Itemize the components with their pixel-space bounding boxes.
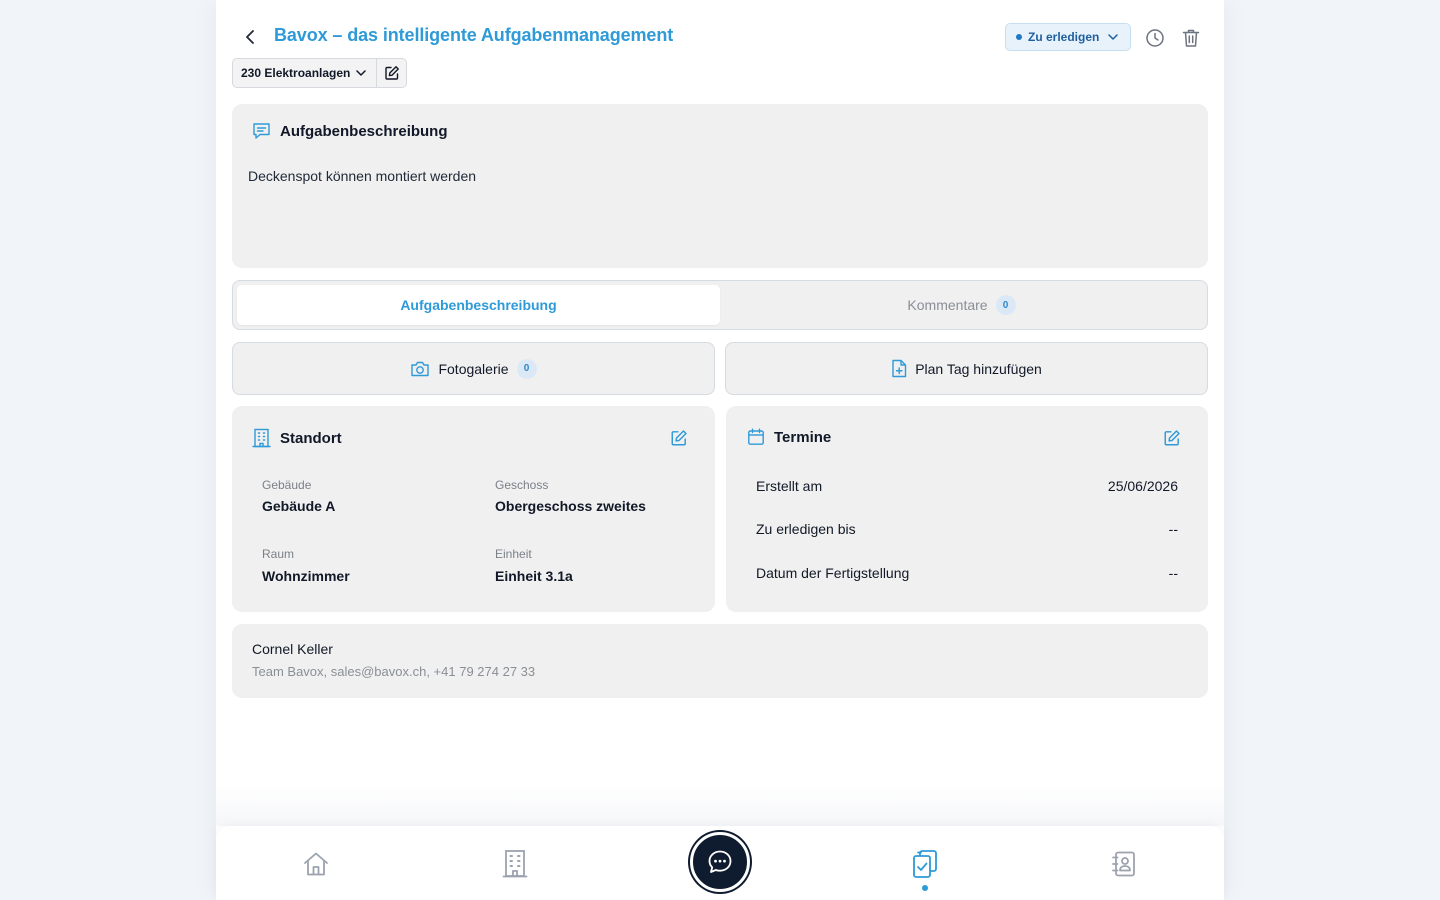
- location-title: Standort: [280, 429, 342, 447]
- category-edit-button[interactable]: [376, 59, 406, 87]
- location-heading: Standort: [252, 428, 342, 448]
- date-row-created: Erstellt am 25/06/2026: [756, 478, 1178, 494]
- contact-info: Team Bavox, sales@bavox.ch, +41 79 274 2…: [252, 664, 536, 679]
- tab-comments[interactable]: Kommentare 0: [720, 285, 1203, 325]
- description-text: Deckenspot können montiert werden: [248, 168, 477, 184]
- dates-heading: Termine: [747, 428, 831, 446]
- nav-tasks[interactable]: [907, 846, 943, 882]
- description-title: Aufgabenbeschreibung: [280, 122, 448, 140]
- contacts-icon: [1112, 851, 1135, 877]
- nav-home[interactable]: [298, 846, 334, 882]
- header: Bavox – das intelligente Aufgabenmanagem…: [216, 0, 1224, 100]
- back-button[interactable]: [238, 24, 262, 50]
- scroll-fade: [216, 780, 1224, 826]
- delete-button[interactable]: [1179, 26, 1203, 50]
- building-value: Gebäude A: [262, 498, 336, 514]
- home-icon: [304, 852, 328, 876]
- floor-label: Geschoss: [495, 478, 549, 492]
- category-dropdown[interactable]: 230 Elektroanlagen: [233, 59, 376, 87]
- add-plan-tag-button[interactable]: Plan Tag hinzufügen: [725, 342, 1208, 395]
- chevron-down-icon: [1108, 34, 1119, 40]
- building-icon: [252, 428, 271, 448]
- dates-edit-button[interactable]: [1162, 428, 1182, 448]
- chat-button[interactable]: [690, 832, 750, 892]
- date-row-label: Datum der Fertigstellung: [756, 565, 910, 581]
- page-title: Bavox – das intelligente Aufgabenmanagem…: [274, 25, 674, 45]
- status-dot: [1016, 34, 1022, 40]
- edit-icon: [1164, 430, 1180, 446]
- message-icon: [253, 123, 270, 139]
- add-plan-tag-label: Plan Tag hinzufügen: [915, 360, 1042, 377]
- nav-contacts[interactable]: [1106, 846, 1142, 882]
- unit-label: Einheit: [495, 547, 532, 561]
- calendar-icon: [748, 428, 764, 445]
- active-nav-indicator: [922, 885, 928, 891]
- dates-title: Termine: [774, 428, 832, 446]
- dates-card: Termine Erstellt am 25/06/2026 Zu erledi…: [726, 406, 1208, 612]
- contact-card: Cornel Keller Team Bavox, sales@bavox.ch…: [232, 624, 1208, 698]
- history-button[interactable]: [1143, 26, 1167, 50]
- file-plus-icon: [892, 359, 907, 378]
- location-edit-button[interactable]: [669, 428, 689, 448]
- description-card: Aufgabenbeschreibung: [232, 104, 1208, 268]
- camera-icon: [411, 361, 430, 376]
- description-heading: Aufgabenbeschreibung: [252, 122, 448, 140]
- date-row-value: --: [1168, 521, 1178, 537]
- chevron-left-icon: [246, 30, 254, 44]
- tab-description[interactable]: Aufgabenbeschreibung: [237, 285, 720, 325]
- location-card: Standort Gebäude Gebäude A Geschoss Ober…: [232, 406, 715, 612]
- date-row-label: Erstellt am: [756, 478, 823, 494]
- contact-name: Cornel Keller: [252, 641, 333, 657]
- edit-icon: [671, 430, 687, 446]
- tasks-icon: [913, 850, 937, 878]
- room-value: Wohnzimmer: [262, 568, 350, 584]
- category-selector: 230 Elektroanlagen: [232, 58, 408, 88]
- room-label: Raum: [262, 547, 295, 561]
- status-label: Zu erledigen: [1028, 30, 1100, 44]
- tab-bar: Aufgabenbeschreibung Kommentare 0: [232, 280, 1208, 330]
- clock-icon: [1146, 29, 1164, 47]
- date-row-due: Zu erledigen bis --: [756, 521, 1178, 537]
- bottom-nav: [216, 826, 1224, 900]
- building-icon: [502, 850, 528, 878]
- date-row-label: Zu erledigen bis: [756, 521, 856, 537]
- date-row-value: 25/06/2026: [1107, 478, 1178, 494]
- comments-count-badge: 0: [995, 295, 1016, 315]
- unit-value: Einheit 3.1a: [495, 568, 573, 584]
- date-row-completed: Datum der Fertigstellung --: [756, 565, 1178, 581]
- photo-gallery-button[interactable]: Fotogalerie 0: [232, 342, 715, 395]
- building-label: Gebäude: [262, 478, 312, 492]
- date-row-value: --: [1168, 565, 1178, 581]
- tab-comments-label: Kommentare: [907, 297, 988, 313]
- status-dropdown[interactable]: Zu erledigen: [1005, 23, 1131, 51]
- photo-count-badge: 0: [516, 358, 537, 379]
- chevron-down-icon: [356, 70, 367, 76]
- photo-gallery-label: Fotogalerie: [438, 360, 509, 377]
- nav-buildings[interactable]: [497, 846, 533, 882]
- app-window: Bavox – das intelligente Aufgabenmanagem…: [216, 0, 1224, 900]
- category-label: 230 Elektroanlagen: [241, 66, 351, 80]
- chat-icon: [708, 850, 732, 873]
- floor-value: Obergeschoss zweites: [495, 498, 646, 514]
- trash-icon: [1182, 29, 1200, 47]
- tab-description-label: Aufgabenbeschreibung: [400, 297, 557, 313]
- edit-icon: [385, 66, 399, 80]
